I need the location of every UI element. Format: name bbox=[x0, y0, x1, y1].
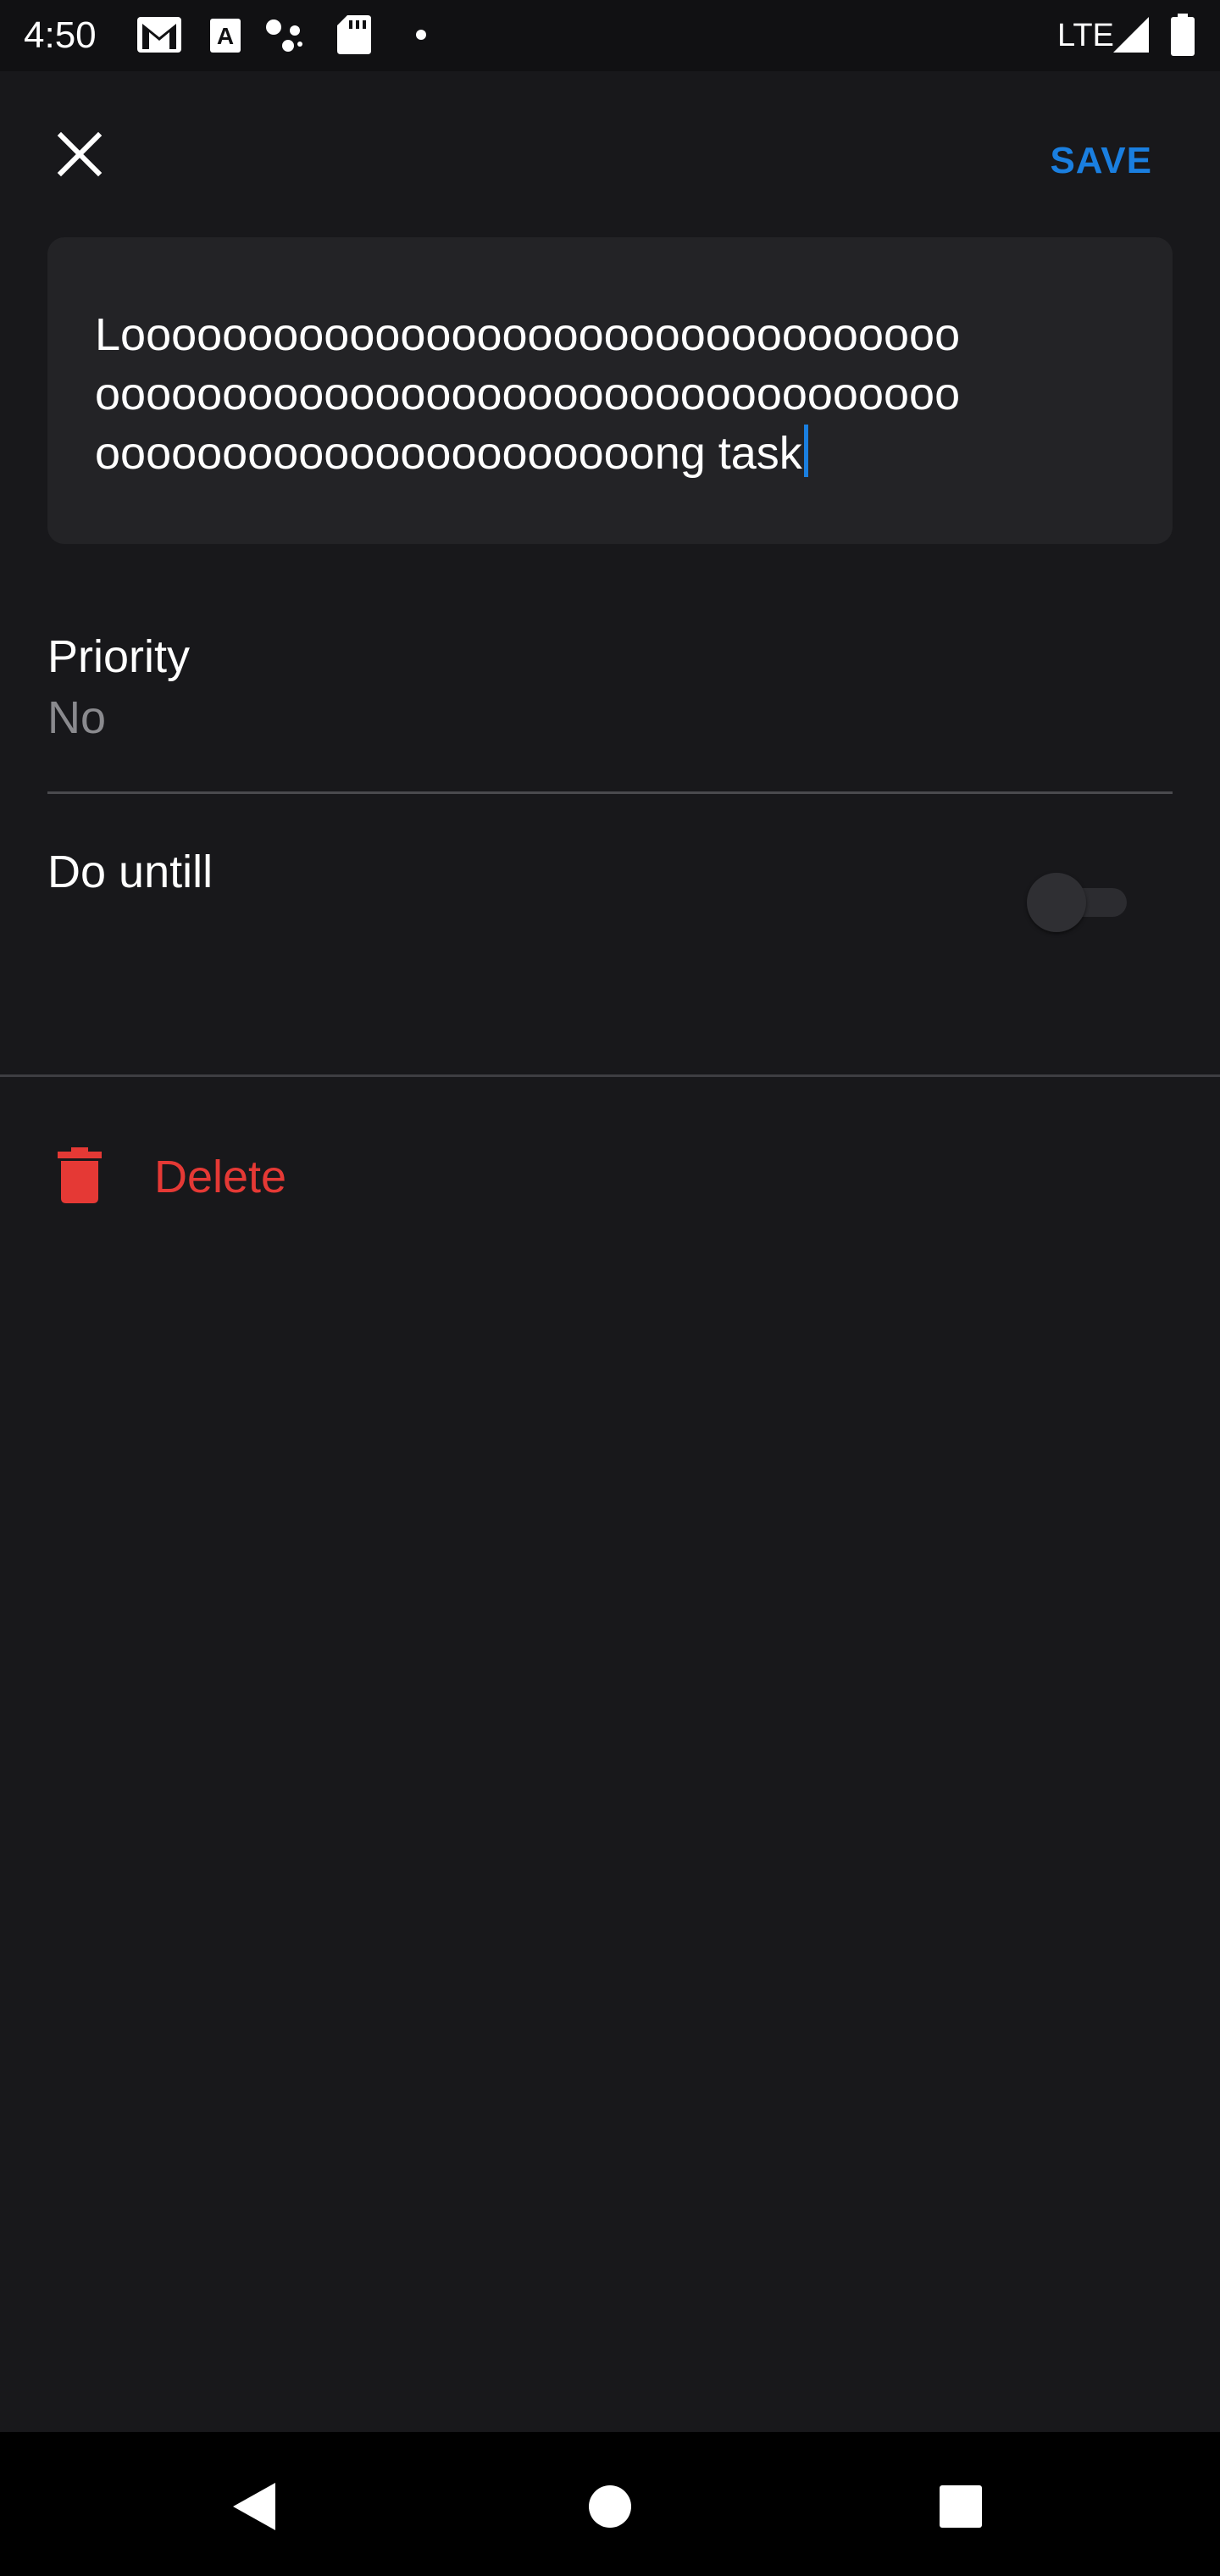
status-time: 4:50 bbox=[24, 14, 97, 56]
recents-icon bbox=[938, 2484, 984, 2534]
section-divider bbox=[0, 1074, 1220, 1077]
navigation-bar bbox=[0, 2432, 1220, 2576]
home-icon bbox=[587, 2484, 633, 2534]
do-untill-label: Do untill bbox=[47, 847, 214, 897]
task-text-field[interactable]: Looooooooooooooooooooooooooooooooo oooooo… bbox=[47, 237, 1173, 544]
a-icon: A bbox=[210, 19, 241, 57]
task-text-line: oooooooooooooooooooooong task bbox=[95, 428, 802, 479]
battery-icon bbox=[1171, 14, 1195, 60]
priority-value: No bbox=[47, 692, 107, 743]
do-untill-toggle[interactable] bbox=[1027, 873, 1137, 932]
dot-icon bbox=[415, 29, 427, 45]
close-icon bbox=[56, 130, 103, 182]
priority-label: Priority bbox=[47, 631, 191, 682]
delete-label: Delete bbox=[154, 1152, 287, 1202]
delete-button[interactable]: Delete bbox=[47, 1139, 556, 1213]
signal-icon bbox=[1112, 15, 1151, 58]
svg-text:A: A bbox=[217, 23, 234, 49]
recents-button[interactable] bbox=[918, 2466, 1003, 2551]
gmail-icon bbox=[136, 15, 183, 58]
priority-setting[interactable]: Priority No bbox=[47, 627, 1173, 793]
task-text-line: oooooooooooooooooooooooooooooooooo bbox=[95, 369, 961, 419]
back-button[interactable] bbox=[212, 2466, 297, 2551]
back-icon bbox=[231, 2481, 277, 2536]
save-button[interactable]: SAVE bbox=[1050, 136, 1152, 186]
text-cursor bbox=[803, 425, 808, 477]
sd-card-icon bbox=[337, 15, 371, 58]
toggle-thumb bbox=[1027, 873, 1086, 932]
task-text: Looooooooooooooooooooooooooooooooo oooooo… bbox=[95, 305, 1112, 483]
divider bbox=[47, 791, 1173, 794]
trash-icon bbox=[58, 1147, 102, 1208]
task-text-line: Looooooooooooooooooooooooooooooooo bbox=[95, 309, 961, 360]
status-bar: 4:50 A LTE bbox=[0, 0, 1220, 71]
close-button[interactable] bbox=[47, 124, 112, 188]
home-button[interactable] bbox=[568, 2466, 652, 2551]
assistant-icon bbox=[264, 17, 307, 58]
network-type: LTE bbox=[1057, 18, 1114, 53]
